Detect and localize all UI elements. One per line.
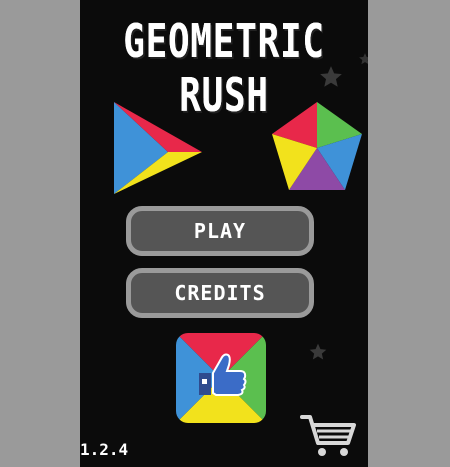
pentagon-logo-icon (272, 102, 362, 190)
triangle-logo-icon (114, 102, 202, 194)
credits-button-label: CREDITS (174, 281, 266, 305)
star-icon (359, 53, 368, 65)
star-icon (309, 343, 327, 360)
game-screen: GEOMETRIC RUSH PLAY CREDITS 1.2.4 (80, 0, 368, 467)
version-label: 1.2.4 (80, 440, 129, 459)
shopping-cart-icon[interactable] (298, 411, 358, 459)
play-button[interactable]: PLAY (126, 206, 314, 256)
game-title-line1: GEOMETRIC (123, 14, 325, 68)
facebook-like-icon[interactable] (176, 333, 266, 423)
credits-button[interactable]: CREDITS (126, 268, 314, 318)
play-button-label: PLAY (193, 219, 247, 243)
